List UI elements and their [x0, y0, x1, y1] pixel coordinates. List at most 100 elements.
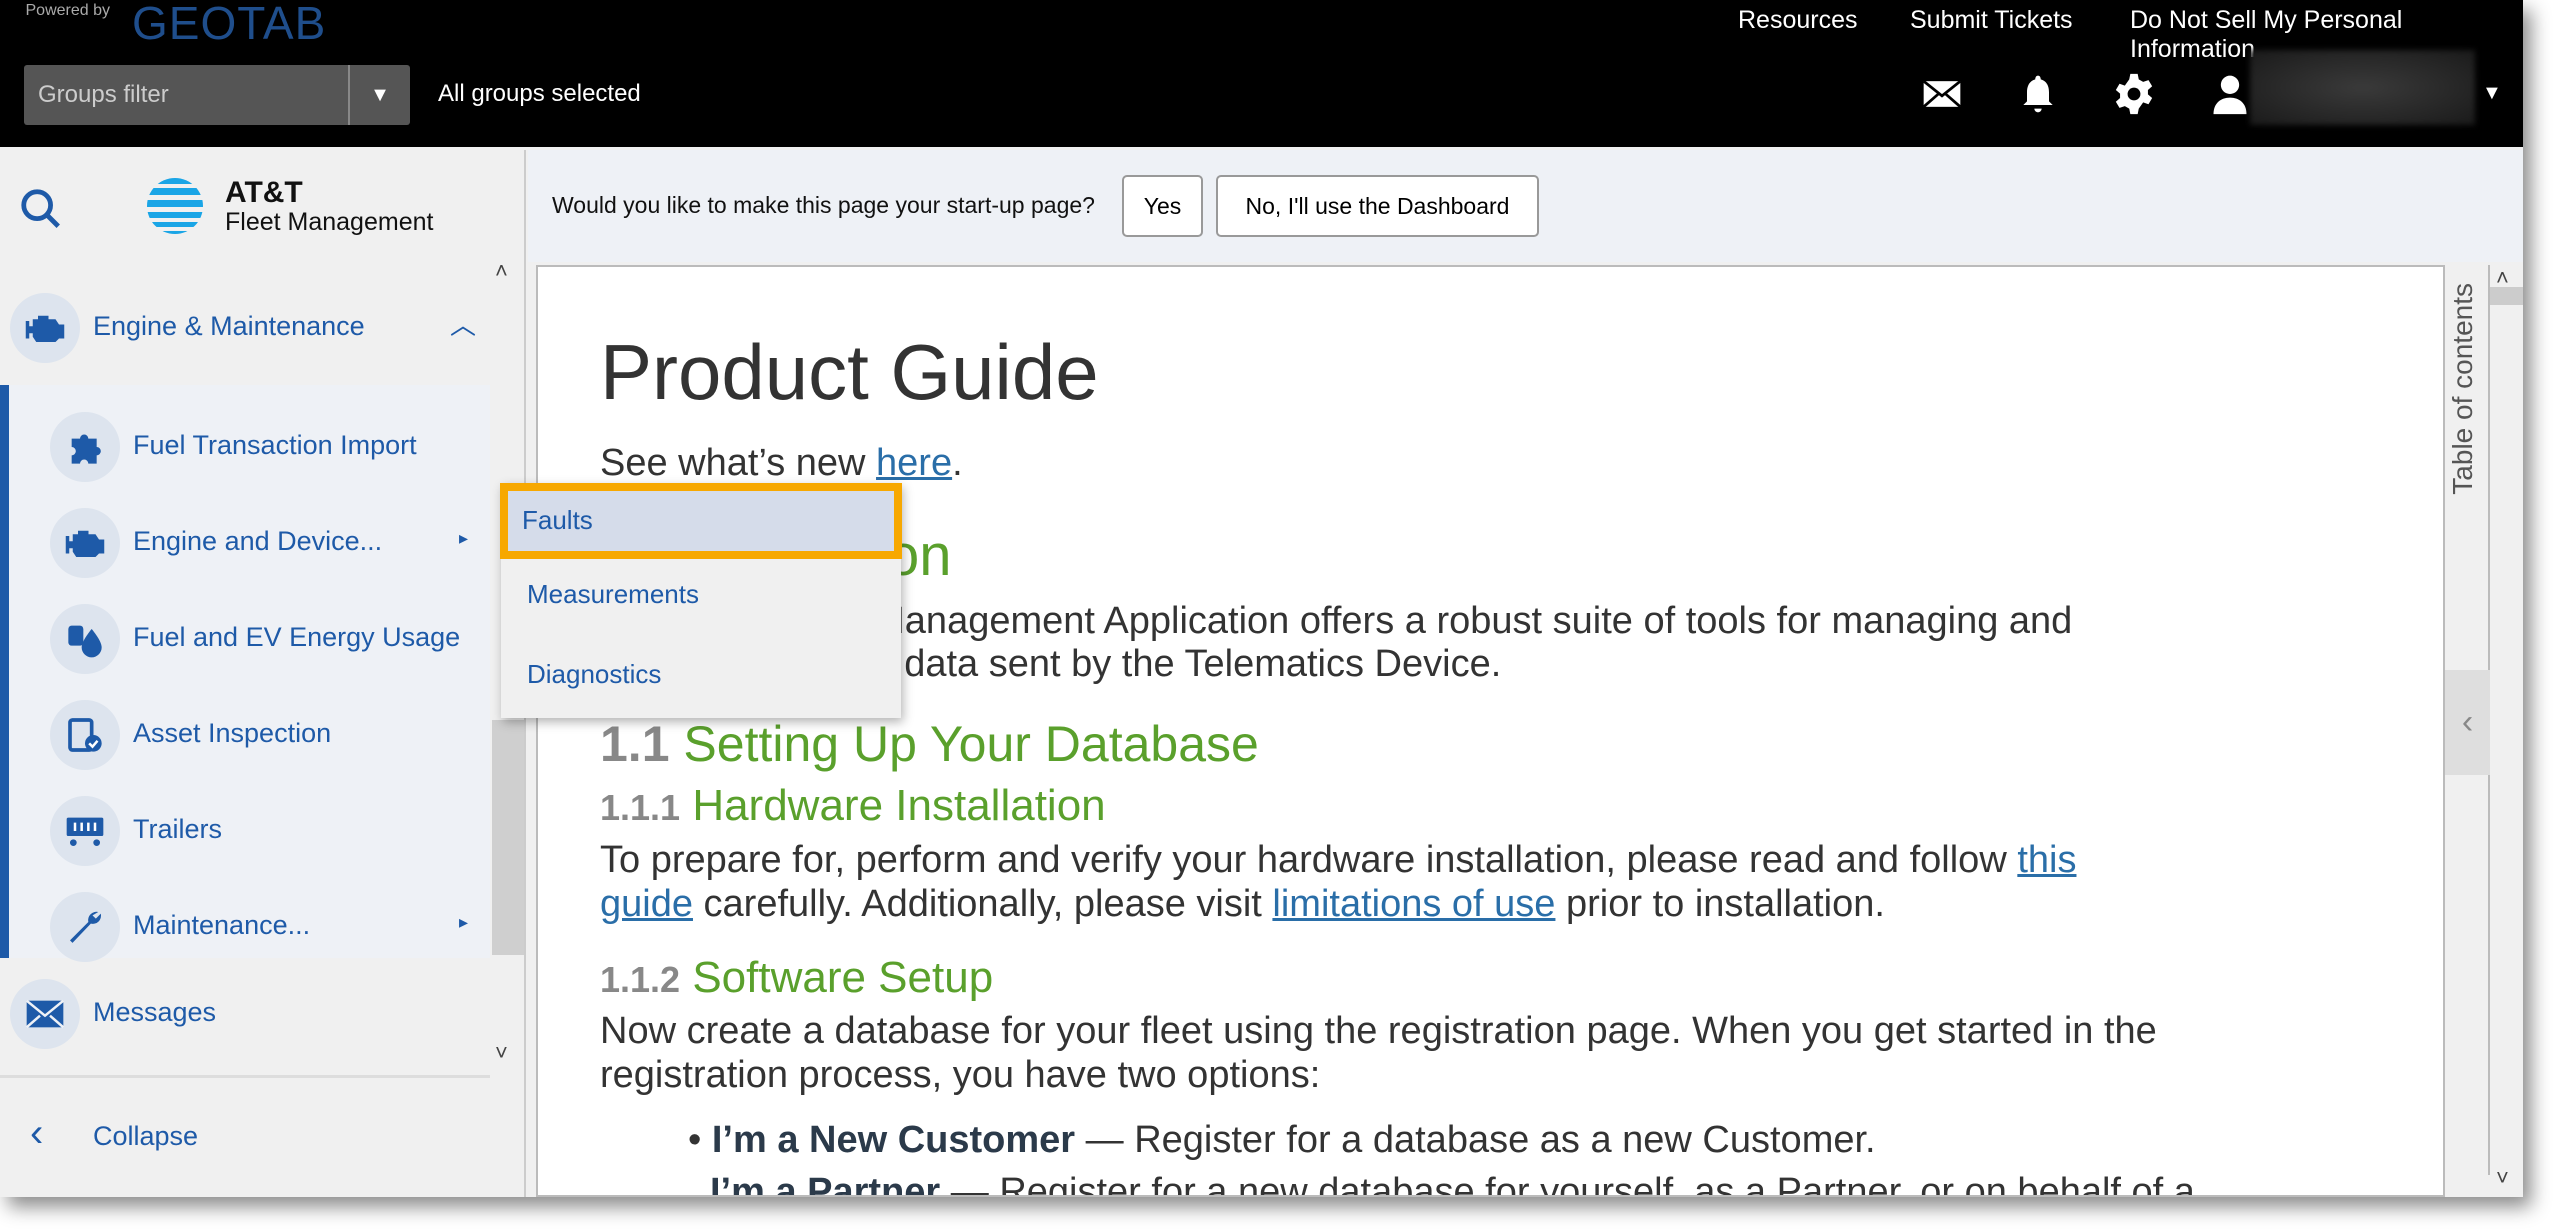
bell-icon[interactable]: [2016, 72, 2060, 116]
heading-number: 1.1.1: [600, 787, 681, 828]
software-line-2: registration process, you have two optio…: [600, 1054, 1321, 1096]
powered-by-label: Powered by: [25, 2, 111, 19]
sidebar-scroll-down-icon[interactable]: ˅: [495, 1040, 508, 1066]
sidebar-item-label: Messages: [93, 997, 217, 1027]
search-icon[interactable]: [18, 186, 64, 232]
chevron-down-icon[interactable]: ▼: [348, 65, 410, 125]
submit-tickets-link[interactable]: Submit Tickets: [1910, 6, 2073, 35]
clipboard-check-icon: [50, 700, 120, 770]
sidebar-group-label: Engine & Maintenance: [93, 311, 365, 341]
app-window: Powered by GEOTAB Resources Submit Ticke…: [0, 0, 2523, 1197]
whats-new-suffix: .: [952, 442, 963, 484]
sidebar-item-label: Maintenance...: [133, 910, 311, 940]
heading-number: 1.1: [600, 716, 670, 772]
bullet-new-customer: • I’m a New Customer — Register for a da…: [688, 1119, 1876, 1161]
engine-icon: [50, 508, 120, 578]
hardware-text: To prepare for, perform and verify your …: [600, 839, 2018, 881]
sidebar-item-asset-inspection[interactable]: Asset Inspection: [9, 690, 499, 780]
whats-new-prefix: See what’s new: [600, 442, 877, 484]
table-of-contents-label: Table of contents: [2447, 283, 2478, 495]
att-logo-text: AT&T: [225, 176, 303, 209]
whats-new-text: See what’s new here.: [600, 442, 963, 485]
user-menu-caret-icon[interactable]: ▼: [2482, 82, 2502, 105]
sidebar-subgroup: Fuel Transaction Import Engine and Devic…: [0, 385, 490, 962]
sidebar-item-messages[interactable]: Messages: [0, 969, 490, 1059]
chevron-right-icon: ▸: [459, 912, 469, 932]
engine-icon: [10, 293, 80, 363]
sidebar-header: AT&T Fleet Management: [0, 150, 526, 262]
this-guide-link[interactable]: this: [2017, 839, 2076, 881]
heading-text: Software Setup: [692, 953, 994, 1002]
scroll-down-icon[interactable]: ˅: [2496, 1165, 2509, 1191]
hardware-line-1: To prepare for, perform and verify your …: [600, 839, 2076, 882]
this-guide-link[interactable]: guide: [600, 883, 693, 925]
sidebar-item-fuel-ev-energy-usage[interactable]: Fuel and EV Energy Usage: [9, 594, 499, 684]
hardware-text: prior to installation.: [1555, 883, 1885, 925]
sidebar-item-trailers[interactable]: Trailers: [9, 786, 499, 876]
heading-setting-up-database: 1.1 Setting Up Your Database: [600, 715, 1259, 773]
bullet-title: I’m a Partner: [710, 1171, 941, 1197]
groups-status: All groups selected: [438, 80, 641, 107]
here-link[interactable]: here: [876, 442, 952, 484]
chevron-right-icon: ▸: [459, 528, 469, 548]
heading-software-setup: 1.1.2 Software Setup: [600, 953, 993, 1003]
user-name-redacted[interactable]: [2250, 50, 2475, 125]
menu-item-measurements[interactable]: Measurements: [527, 579, 699, 610]
bullet-title: I’m a New Customer: [711, 1119, 1076, 1161]
hardware-line-2: guide carefully. Additionally, please vi…: [600, 883, 1885, 926]
use-dashboard-button[interactable]: No, I'll use the Dashboard: [1216, 175, 1539, 237]
fleet-management-logo-text: Fleet Management: [225, 208, 434, 236]
collapse-button[interactable]: ‹ Collapse: [0, 1093, 490, 1183]
startup-page-prompt: Would you like to make this page your st…: [528, 150, 2523, 262]
wrench-icon: [50, 892, 120, 962]
sidebar-group-engine-maintenance[interactable]: Engine & Maintenance ︿: [0, 283, 490, 373]
sidebar-item-label: Trailers: [133, 814, 223, 844]
scrollbar-thumb[interactable]: [2490, 287, 2523, 305]
yes-button[interactable]: Yes: [1122, 175, 1203, 237]
prompt-question: Would you like to make this page your st…: [552, 192, 1095, 218]
bullet-text: — Register for a new database for yourse…: [940, 1171, 2195, 1197]
software-line-1: Now create a database for your fleet usi…: [600, 1010, 2157, 1052]
bullet-text: — Register for a database as a new Custo…: [1075, 1119, 1876, 1161]
sidebar-item-fuel-transaction-import[interactable]: Fuel Transaction Import: [9, 402, 499, 492]
sidebar-item-label: Asset Inspection: [133, 718, 332, 748]
hardware-text: carefully. Additionally, please visit: [692, 883, 1273, 925]
limitations-of-use-link[interactable]: limitations of use: [1272, 883, 1555, 925]
sidebar-item-engine-and-device[interactable]: Engine and Device... ▸: [9, 498, 499, 588]
bullet-partner: I’m a Partner — Register for a new datab…: [710, 1171, 2195, 1197]
geotab-logo: GEOTAB: [132, 0, 327, 49]
menu-item-faults-highlighted[interactable]: Faults: [500, 483, 902, 559]
heading-text: Setting Up Your Database: [683, 716, 1259, 772]
groups-filter-placeholder: Groups filter: [38, 81, 169, 108]
sidebar-item-label: Engine and Device...: [133, 526, 383, 556]
sidebar-item-label: Fuel Transaction Import: [133, 430, 417, 460]
heading-text: Hardware Installation: [692, 781, 1106, 830]
sidebar-item-maintenance[interactable]: Maintenance... ▸: [9, 882, 499, 972]
att-globe-logo: [147, 178, 203, 234]
sidebar-scroll-up-icon[interactable]: ˄: [495, 258, 508, 284]
heading-number: 1.1.2: [600, 959, 681, 1000]
table-of-contents-panel[interactable]: Table of contents ‹: [2445, 265, 2490, 1175]
mail-icon[interactable]: [1920, 72, 1964, 116]
sidebar-item-label: Fuel and EV Energy Usage: [133, 622, 461, 652]
expand-toc-chevron-icon[interactable]: ‹: [2445, 670, 2490, 775]
sidebar: AT&T Fleet Management ˄ ˅ Engine & Maint…: [0, 150, 526, 1197]
heading-hardware-installation: 1.1.1 Hardware Installation: [600, 781, 1106, 831]
page-title: Product Guide: [600, 328, 1099, 416]
content-scrollbar[interactable]: ˄ ˅: [2490, 265, 2523, 1197]
chevron-left-icon: ‹: [30, 1111, 44, 1155]
resources-link[interactable]: Resources: [1738, 6, 1858, 35]
trailer-icon: [50, 796, 120, 866]
chevron-up-icon[interactable]: ︿: [450, 305, 476, 342]
menu-item-diagnostics[interactable]: Diagnostics: [527, 659, 661, 690]
fuel-drop-icon: [50, 604, 120, 674]
puzzle-icon: [50, 412, 120, 482]
menu-item-faults[interactable]: Faults: [522, 505, 593, 536]
groups-filter[interactable]: Groups filter ▼: [24, 65, 410, 125]
mail-icon: [10, 979, 80, 1049]
product-guide-content: Product Guide See what’s new here. 1 Int…: [536, 265, 2445, 1197]
user-icon[interactable]: [2208, 72, 2252, 116]
gear-icon[interactable]: [2112, 72, 2156, 116]
collapse-label: Collapse: [93, 1121, 199, 1151]
sidebar-divider: [0, 1075, 490, 1078]
